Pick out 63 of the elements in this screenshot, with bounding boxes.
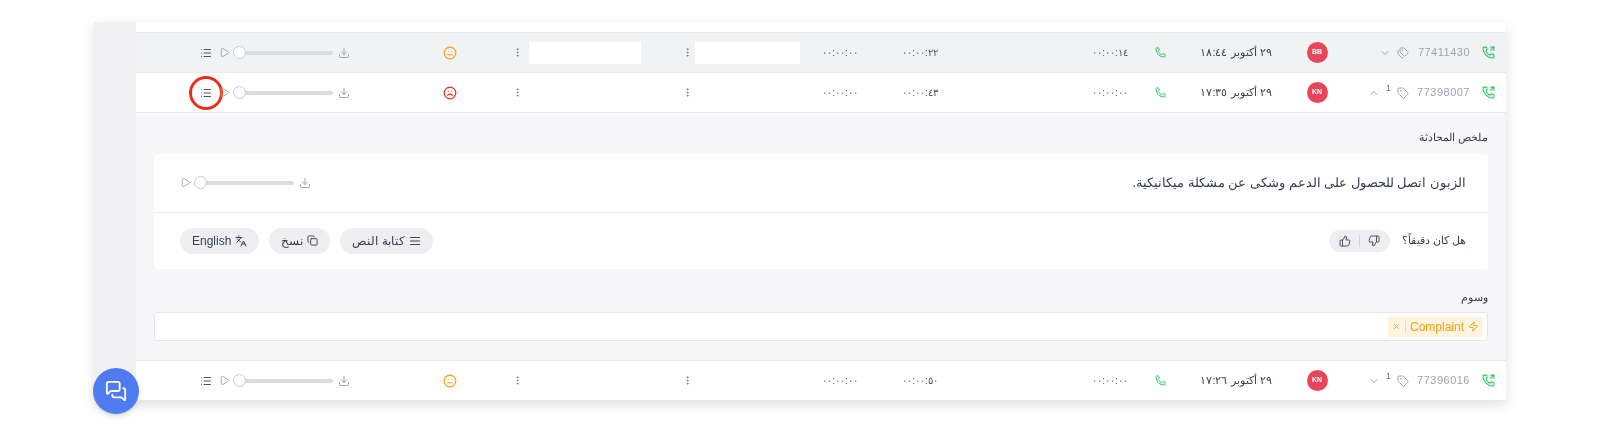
action-button[interactable]: كتابة النص xyxy=(340,227,433,254)
download-icon[interactable] xyxy=(337,46,350,59)
play-icon[interactable] xyxy=(180,177,191,188)
transcript-button[interactable] xyxy=(191,78,220,107)
action-button[interactable]: English xyxy=(180,227,260,254)
duration: ٠٠:٠٠:٥٠ xyxy=(902,374,938,388)
play-icon[interactable] xyxy=(218,375,230,386)
tag-count: 1 xyxy=(1386,369,1391,383)
slider-thumb[interactable] xyxy=(232,86,246,99)
tag-label: Complaint xyxy=(1409,318,1464,336)
phone-number: 77398007 xyxy=(1417,86,1470,99)
list-icon xyxy=(199,374,212,387)
duration: ٠٠:٠٠:١٤ xyxy=(1092,46,1128,60)
call-date: ٢٩ أكتوبر ١٧:٣٥ xyxy=(1200,84,1272,101)
section-title: ملخص المحادثة xyxy=(1417,130,1488,146)
phone-icon xyxy=(1154,87,1166,98)
call-date: ٢٩ أكتوبر ١٧:٢٦ xyxy=(1200,372,1272,389)
list-icon xyxy=(199,46,212,59)
download-icon[interactable] xyxy=(299,176,311,189)
seek-slider[interactable] xyxy=(232,85,333,100)
seek-slider[interactable] xyxy=(232,373,333,388)
play-icon[interactable] xyxy=(218,87,230,98)
tag-icon[interactable] xyxy=(1397,374,1409,387)
feedback-question: هل كان دقيقاً؟ xyxy=(1401,232,1466,249)
play-icon[interactable] xyxy=(218,47,230,58)
tag-icon[interactable] xyxy=(1397,86,1409,99)
duration: ٠٠:٠٠:٠٠ xyxy=(822,46,858,60)
chat-icon xyxy=(105,380,127,402)
tags-icon[interactable] xyxy=(1397,46,1409,59)
seek-slider[interactable] xyxy=(194,175,294,190)
duration: ٠٠:٠٠:٠٠ xyxy=(822,86,858,100)
download-icon[interactable] xyxy=(337,86,350,99)
thumbs-up-icon[interactable] xyxy=(1338,234,1351,247)
outgoing-call-icon xyxy=(1481,46,1495,59)
call-date: ٢٩ أكتوبر ١٨:٤٤ xyxy=(1200,44,1272,61)
list-icon xyxy=(199,86,212,99)
action-button[interactable]: نسخ xyxy=(269,227,331,254)
chat-button[interactable] xyxy=(93,368,139,414)
summary-text: الزبون اتصل للحصول على الدعم وشكى عن مشكلة ميكانيكية. xyxy=(1132,173,1466,193)
phone-number: 77396016 xyxy=(1417,374,1470,387)
duration: ٠٠:٠٠:٠٠ xyxy=(822,374,858,388)
duration: ٠٠:٠٠:٤٣ xyxy=(902,86,938,100)
copy-icon xyxy=(307,235,319,246)
download-icon[interactable] xyxy=(337,374,350,387)
duration: ٠٠:٠٠:٢٢ xyxy=(902,46,938,60)
lightning-icon xyxy=(1468,321,1479,332)
slider-thumb[interactable] xyxy=(232,46,246,59)
phone-number: 77411430 xyxy=(1417,46,1470,59)
phone-icon xyxy=(1154,375,1166,386)
outgoing-call-icon xyxy=(1481,86,1495,99)
thumbs-down-icon[interactable] xyxy=(1367,234,1380,247)
remove-icon[interactable] xyxy=(1391,322,1401,331)
translate-icon xyxy=(235,234,248,247)
duration: ٠٠:٠٠:٠٠ xyxy=(1092,374,1128,388)
duration: ٠٠:٠٠:٠٠ xyxy=(1092,86,1128,100)
slider-thumb[interactable] xyxy=(232,374,246,387)
tag-count: 1 xyxy=(1386,81,1391,95)
lines-icon xyxy=(408,234,421,247)
seek-slider[interactable] xyxy=(232,45,333,60)
outgoing-call-icon xyxy=(1481,374,1495,387)
slider-thumb[interactable] xyxy=(194,176,207,189)
section-title: وسوم xyxy=(1460,289,1488,305)
phone-icon xyxy=(1154,47,1166,58)
